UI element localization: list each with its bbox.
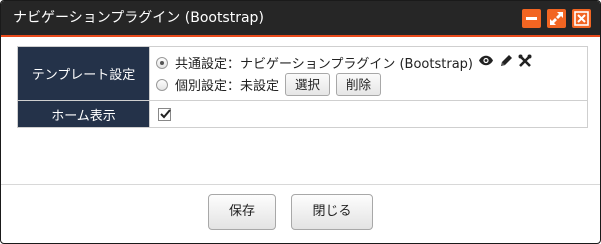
common-setting-option: 共通設定：ナビゲーションプラグイン (Bootstrap) (156, 52, 587, 74)
minimize-icon[interactable] (522, 9, 541, 28)
common-setting-text: 共通設定：ナビゲーションプラグイン (Bootstrap) (175, 57, 473, 72)
template-setting-label: テンプレート設定 (17, 46, 150, 101)
dialog-title: ナビゲーションプラグイン (Bootstrap) (13, 10, 264, 26)
home-display-label: ホーム表示 (17, 100, 150, 128)
common-setting-radio[interactable] (156, 56, 168, 69)
pencil-icon[interactable] (499, 54, 513, 72)
save-button[interactable]: 保存 (208, 194, 276, 230)
delete-button[interactable]: 削除 (336, 73, 382, 96)
plugin-dialog: ナビゲーションプラグイン (Bootstrap) テンプレート設定 共通設定：ナ… (0, 0, 601, 244)
eye-icon[interactable] (478, 55, 494, 70)
home-display-cell (149, 100, 588, 128)
dialog-titlebar[interactable]: ナビゲーションプラグイン (Bootstrap) (1, 1, 600, 37)
select-button[interactable]: 選択 (285, 73, 331, 96)
home-display-checkbox[interactable] (158, 107, 171, 121)
tools-icon[interactable] (518, 54, 532, 72)
individual-setting-radio[interactable] (156, 78, 168, 91)
settings-table: テンプレート設定 共通設定：ナビゲーションプラグイン (Bootstrap) 個… (17, 46, 588, 128)
template-setting-row: テンプレート設定 共通設定：ナビゲーションプラグイン (Bootstrap) 個… (17, 46, 588, 101)
close-icon[interactable] (572, 9, 591, 28)
individual-setting-text: 個別設定：未設定 (175, 79, 280, 94)
home-display-row: ホーム表示 (17, 100, 588, 128)
maximize-icon[interactable] (547, 9, 566, 28)
template-setting-options: 共通設定：ナビゲーションプラグイン (Bootstrap) 個別設定：未設定 選… (149, 46, 588, 101)
individual-setting-option: 個別設定：未設定 選択 削除 (156, 73, 587, 96)
close-button[interactable]: 閉じる (291, 194, 373, 230)
footer-divider (1, 184, 600, 185)
